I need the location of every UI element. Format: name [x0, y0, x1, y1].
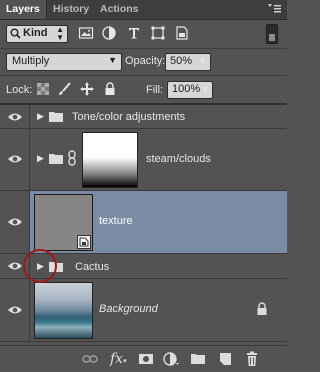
- blend-mode-select[interactable]: Multiply ▼: [6, 53, 122, 71]
- layer-row-steam-clouds[interactable]: ▶ steam/clouds: [0, 129, 287, 191]
- new-layer-icon[interactable]: [217, 351, 233, 367]
- lock-image-pixels-icon[interactable]: [57, 81, 73, 97]
- divider: [0, 75, 287, 76]
- blend-mode-value: Multiply: [12, 55, 50, 67]
- link-layers-icon[interactable]: [82, 351, 98, 367]
- layer-name: Cactus: [75, 261, 110, 273]
- tab-layers[interactable]: Layers: [0, 0, 47, 19]
- tab-actions[interactable]: Actions: [94, 0, 145, 19]
- layer-thumbnail[interactable]: [34, 282, 93, 339]
- new-group-icon[interactable]: [190, 351, 206, 367]
- eye-icon[interactable]: [6, 150, 24, 168]
- lock-transparent-pixels-icon[interactable]: [35, 81, 51, 97]
- opacity-value: 50%: [170, 55, 193, 67]
- eye-icon[interactable]: [6, 301, 24, 319]
- add-mask-icon[interactable]: [138, 351, 154, 367]
- fill-label: Fill:: [146, 84, 164, 96]
- trash-icon[interactable]: [244, 351, 260, 367]
- opacity-dropdown-icon[interactable]: ▼: [196, 53, 210, 69]
- fx-icon[interactable]: fx▾: [110, 351, 127, 367]
- layers-panel: Layers History Actions Kind ▲ ▼ Multiply…: [0, 0, 287, 372]
- shape-filter-icon[interactable]: [150, 25, 166, 41]
- eye-icon[interactable]: [6, 213, 24, 231]
- eye-icon[interactable]: [6, 108, 24, 126]
- divider: [0, 48, 287, 49]
- filter-toggle[interactable]: [266, 24, 278, 44]
- layer-name: Background: [99, 303, 158, 315]
- layer-name: Tone/color adjustments: [72, 111, 186, 123]
- expand-caret-icon[interactable]: ▶: [37, 111, 44, 122]
- lock-position-icon[interactable]: [79, 81, 95, 97]
- smart-object-badge-icon: [77, 235, 91, 249]
- highlight-circle: [23, 249, 57, 283]
- filter-kind-label: Kind: [23, 27, 48, 39]
- chevron-down-icon: ▼: [108, 55, 117, 65]
- layer-name: steam/clouds: [146, 153, 211, 165]
- panel-tab-bar: Layers History Actions: [0, 0, 287, 20]
- tab-history[interactable]: History: [47, 0, 95, 19]
- lock-icon: [256, 302, 268, 316]
- eye-icon[interactable]: [6, 257, 24, 275]
- fill-dropdown-icon[interactable]: ▼: [198, 81, 212, 97]
- type-filter-icon[interactable]: [126, 25, 142, 41]
- chain-link-icon[interactable]: [67, 150, 77, 166]
- layer-name: texture: [99, 215, 133, 227]
- updown-arrows-icon: ▲ ▼: [56, 25, 64, 42]
- expand-caret-icon[interactable]: ▶: [37, 153, 44, 164]
- layer-row-tone-color-adjustments[interactable]: ▶ Tone/color adjustments: [0, 105, 287, 129]
- layer-row-background[interactable]: Background: [0, 279, 287, 342]
- search-icon: [10, 28, 21, 42]
- folder-icon: [49, 153, 63, 164]
- layer-thumbnail[interactable]: [34, 194, 93, 251]
- image-filter-icon[interactable]: [78, 25, 94, 41]
- adjustment-filter-icon[interactable]: [101, 25, 117, 41]
- folder-icon: [49, 111, 63, 122]
- layer-row-texture[interactable]: texture: [0, 191, 287, 254]
- layers-bottom-toolbar: fx▾: [0, 345, 287, 372]
- new-adjustment-layer-icon[interactable]: [163, 351, 179, 367]
- smart-object-filter-icon[interactable]: [174, 25, 190, 41]
- filter-kind-select[interactable]: Kind ▲ ▼: [6, 25, 68, 43]
- fill-value: 100%: [172, 83, 201, 95]
- lock-label: Lock:: [6, 84, 33, 96]
- lock-all-icon[interactable]: [102, 81, 118, 97]
- layer-mask-thumbnail[interactable]: [82, 132, 138, 188]
- panel-menu-icon[interactable]: [267, 3, 281, 15]
- opacity-label: Opacity:: [125, 55, 166, 67]
